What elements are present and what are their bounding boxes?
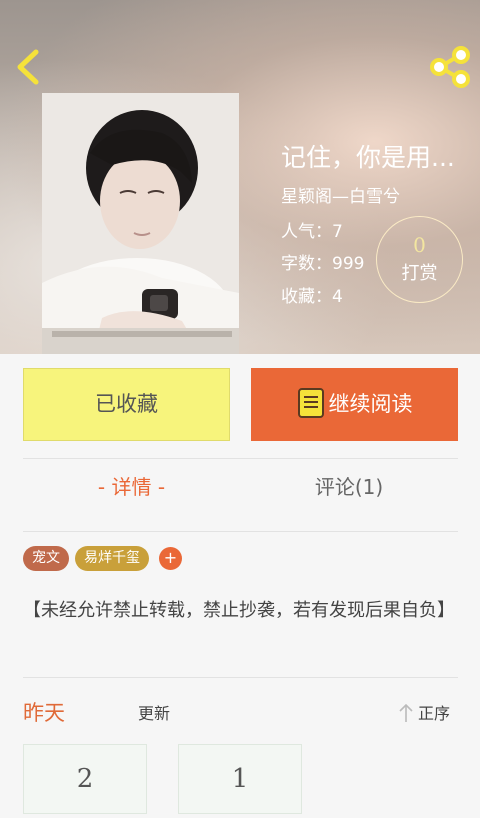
book-author[interactable]: 星颖阁—白雪兮	[281, 182, 400, 207]
updated-day: 昨天	[23, 701, 65, 725]
continue-reading-label: 继续阅读	[328, 392, 413, 416]
sort-button[interactable]: 正序	[398, 700, 450, 724]
book-cover[interactable]	[42, 93, 239, 354]
tip-label: 打赏	[401, 263, 438, 284]
book-description: 【未经允许禁止转载，禁止抄袭，若有发现后果自负】	[23, 600, 455, 621]
divider	[23, 531, 458, 532]
share-icon[interactable]	[428, 46, 472, 88]
word-count-stat: 字数：999	[281, 254, 365, 274]
tab-detail[interactable]: - 详情 -	[23, 471, 240, 500]
collected-button[interactable]: 已收藏	[23, 368, 230, 441]
arrow-up-icon	[399, 703, 413, 722]
tip-count: 0	[413, 233, 426, 257]
tag-pet-story[interactable]: 宠文	[23, 546, 69, 571]
book-icon	[297, 388, 324, 418]
divider	[23, 458, 458, 459]
continue-reading-button[interactable]: 继续阅读	[251, 368, 458, 441]
chapter-button[interactable]: 2	[23, 744, 147, 814]
tip-button[interactable]: 0 打赏	[376, 216, 463, 303]
back-icon[interactable]	[12, 46, 48, 88]
divider	[23, 677, 458, 678]
add-tag-button[interactable]: +	[159, 547, 182, 570]
popularity-stat: 人气：7	[281, 222, 343, 242]
book-title: 记住，你是用...	[281, 143, 455, 172]
tab-comments[interactable]: 评论(1)	[240, 471, 458, 500]
book-header: 记住，你是用... 星颖阁—白雪兮 人气：7 字数：999 收藏：4 0 打赏	[0, 0, 480, 354]
updated-label: 更新	[138, 704, 171, 723]
sort-label: 正序	[418, 704, 451, 723]
favorites-stat: 收藏：4	[281, 287, 343, 307]
tag-character[interactable]: 易烊千玺	[75, 546, 149, 571]
collected-label: 已收藏	[95, 392, 158, 416]
chapter-button[interactable]: 1	[178, 744, 302, 814]
cover-image	[42, 93, 239, 354]
